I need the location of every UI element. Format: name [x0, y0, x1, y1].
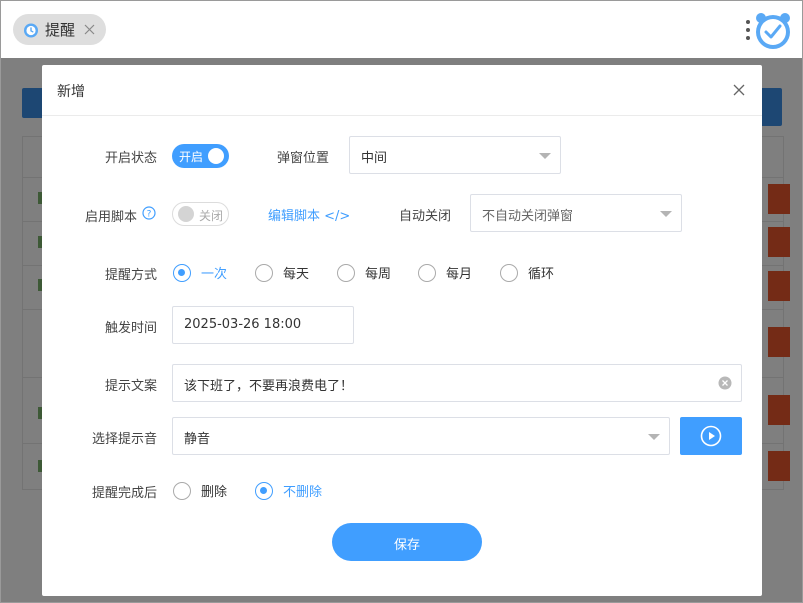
remind-mode-weekly-radio[interactable]: 每周	[337, 263, 391, 282]
toggle-knob	[178, 206, 194, 222]
save-button-label: 保存	[393, 538, 420, 553]
prompt-text-label: 提示文案	[104, 379, 157, 394]
alarm-clock-logo-icon	[756, 13, 790, 49]
radio-dot	[337, 263, 355, 282]
toggle-text: 开启	[179, 150, 204, 164]
select-value: 静音	[184, 432, 211, 447]
enable-status-label: 开启状态	[104, 151, 157, 166]
more-menu-icon[interactable]	[745, 18, 751, 42]
trigger-time-input[interactable]: 2025-03-26 18:00	[172, 306, 354, 344]
remind-mode-daily-radio[interactable]: 每天	[255, 263, 309, 282]
sound-select[interactable]: 静音	[172, 417, 670, 455]
radio-dot	[173, 481, 191, 500]
save-button[interactable]: 保存	[332, 523, 482, 561]
after-done-label: 提醒完成后	[91, 486, 157, 501]
remind-mode-label: 提醒方式	[104, 268, 157, 283]
prompt-text-input[interactable]: 该下班了，不要再浪费电了！	[172, 364, 742, 402]
trigger-time-label: 触发时间	[104, 321, 157, 336]
clear-icon[interactable]	[718, 376, 732, 390]
radio-dot	[500, 263, 518, 282]
auto-close-label: 自动关闭	[399, 209, 452, 224]
radio-label: 删除	[201, 485, 228, 500]
popup-position-label: 弹窗位置	[277, 151, 330, 166]
after-done-delete-radio[interactable]: 删除	[173, 481, 227, 500]
enable-status-toggle[interactable]: 开启	[172, 144, 229, 168]
radio-label: 不删除	[283, 485, 323, 500]
after-done-keep-radio[interactable]: 不删除	[255, 481, 322, 500]
add-reminder-dialog: 新增 开启状态 开启 弹窗位置 中间 启用脚本 ? 关闭 编辑脚本 </> 自动…	[42, 65, 762, 596]
title-bar: 提醒	[1, 1, 802, 58]
radio-dot	[255, 263, 273, 282]
input-value: 该下班了，不要再浪费电了！	[184, 379, 354, 394]
chevron-down-icon	[648, 434, 660, 440]
toggle-knob	[208, 148, 224, 164]
app-window: 提醒 新增 开启状态 开启 弹窗位置 中间 启用脚本 ? 关闭 编辑脚本 </>…	[0, 0, 803, 603]
svg-text:?: ?	[147, 210, 152, 220]
radio-label: 循环	[528, 267, 555, 282]
sound-label: 选择提示音	[91, 432, 157, 447]
input-value: 2025-03-26 18:00	[184, 317, 302, 332]
chevron-down-icon	[660, 211, 672, 217]
radio-label: 一次	[201, 267, 228, 282]
edit-script-link[interactable]: 编辑脚本 </>	[268, 205, 350, 224]
popup-position-select[interactable]: 中间	[349, 136, 561, 174]
enable-script-label: 启用脚本	[85, 210, 138, 225]
radio-label: 每天	[283, 267, 310, 282]
select-value: 不自动关闭弹窗	[482, 209, 574, 224]
select-value: 中间	[361, 151, 388, 166]
radio-dot	[255, 481, 273, 500]
radio-dot	[418, 263, 436, 282]
remind-mode-loop-radio[interactable]: 循环	[500, 263, 554, 282]
dialog-title: 新增	[57, 84, 85, 100]
tab-label: 提醒	[45, 21, 76, 39]
remind-mode-once-radio[interactable]: 一次	[173, 263, 227, 282]
play-sound-button[interactable]	[680, 417, 742, 455]
close-icon[interactable]	[732, 83, 746, 97]
dialog-header: 新增	[42, 65, 762, 116]
enable-script-toggle[interactable]: 关闭	[172, 202, 229, 226]
radio-dot	[173, 263, 191, 282]
toggle-text: 关闭	[199, 209, 224, 223]
remind-mode-monthly-radio[interactable]: 每月	[418, 263, 472, 282]
radio-label: 每周	[365, 267, 392, 282]
chevron-down-icon	[539, 153, 551, 159]
radio-label: 每月	[446, 267, 473, 282]
auto-close-select[interactable]: 不自动关闭弹窗	[470, 194, 682, 232]
tab-reminder[interactable]: 提醒	[13, 14, 106, 45]
alarm-clock-icon	[24, 23, 38, 37]
help-icon[interactable]: ?	[142, 206, 156, 220]
play-icon	[700, 425, 722, 447]
close-tab-icon[interactable]	[83, 23, 96, 36]
